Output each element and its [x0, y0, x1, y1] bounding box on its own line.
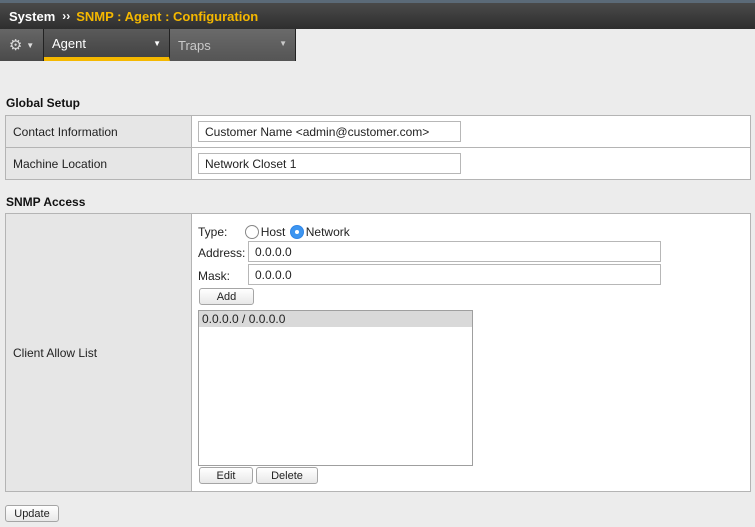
snmp-access-table: Client Allow List Type: Host Network Add… [5, 213, 751, 492]
machine-location-input[interactable] [198, 153, 461, 174]
tab-agent-label: Agent [52, 35, 86, 51]
delete-button[interactable]: Delete [256, 467, 318, 484]
host-radio[interactable] [244, 225, 259, 239]
network-radio[interactable] [289, 225, 304, 239]
contact-information-input[interactable] [198, 121, 461, 142]
tab-bar: ⚙ ▼ Agent ▼ Traps ▼ [0, 29, 296, 61]
type-row: Type: Host Network [198, 225, 350, 239]
tab-agent[interactable]: Agent ▼ [44, 29, 170, 61]
edit-button[interactable]: Edit [199, 467, 253, 484]
snmp-access-title: SNMP Access [6, 195, 86, 209]
tab-traps-label: Traps [178, 37, 211, 53]
address-input[interactable] [248, 241, 661, 262]
machine-location-label: Machine Location [5, 147, 192, 180]
chevron-down-icon: ▼ [26, 40, 35, 50]
network-radio-label: Network [305, 225, 350, 239]
breadcrumb-root[interactable]: System [9, 9, 55, 24]
tab-traps[interactable]: Traps ▼ [170, 29, 296, 61]
settings-menu-button[interactable]: ⚙ ▼ [0, 29, 44, 61]
breadcrumb-path: SNMP : Agent : Configuration [76, 8, 259, 24]
add-button[interactable]: Add [199, 288, 254, 305]
global-setup-table: Contact Information Machine Location [5, 115, 751, 180]
breadcrumb-separator: ›› [62, 9, 71, 23]
gear-icon: ⚙ [8, 37, 23, 54]
client-allow-listbox[interactable]: 0.0.0.0 / 0.0.0.0 [198, 310, 473, 466]
list-item[interactable]: 0.0.0.0 / 0.0.0.0 [199, 311, 472, 327]
breadcrumb: System ›› SNMP : Agent : Configuration [0, 0, 755, 29]
mask-label: Mask: [198, 269, 231, 283]
chevron-down-icon: ▼ [279, 39, 287, 48]
address-label: Address: [198, 246, 246, 260]
client-allow-list-label: Client Allow List [5, 213, 192, 492]
update-button[interactable]: Update [5, 505, 59, 522]
type-label: Type: [198, 225, 228, 239]
type-host-option[interactable]: Host [244, 225, 289, 239]
mask-input[interactable] [248, 264, 661, 285]
chevron-down-icon: ▼ [153, 39, 161, 48]
contact-information-label: Contact Information [5, 115, 192, 148]
global-setup-title: Global Setup [6, 96, 81, 110]
host-radio-label: Host [260, 225, 286, 239]
type-network-option[interactable]: Network [289, 225, 350, 239]
